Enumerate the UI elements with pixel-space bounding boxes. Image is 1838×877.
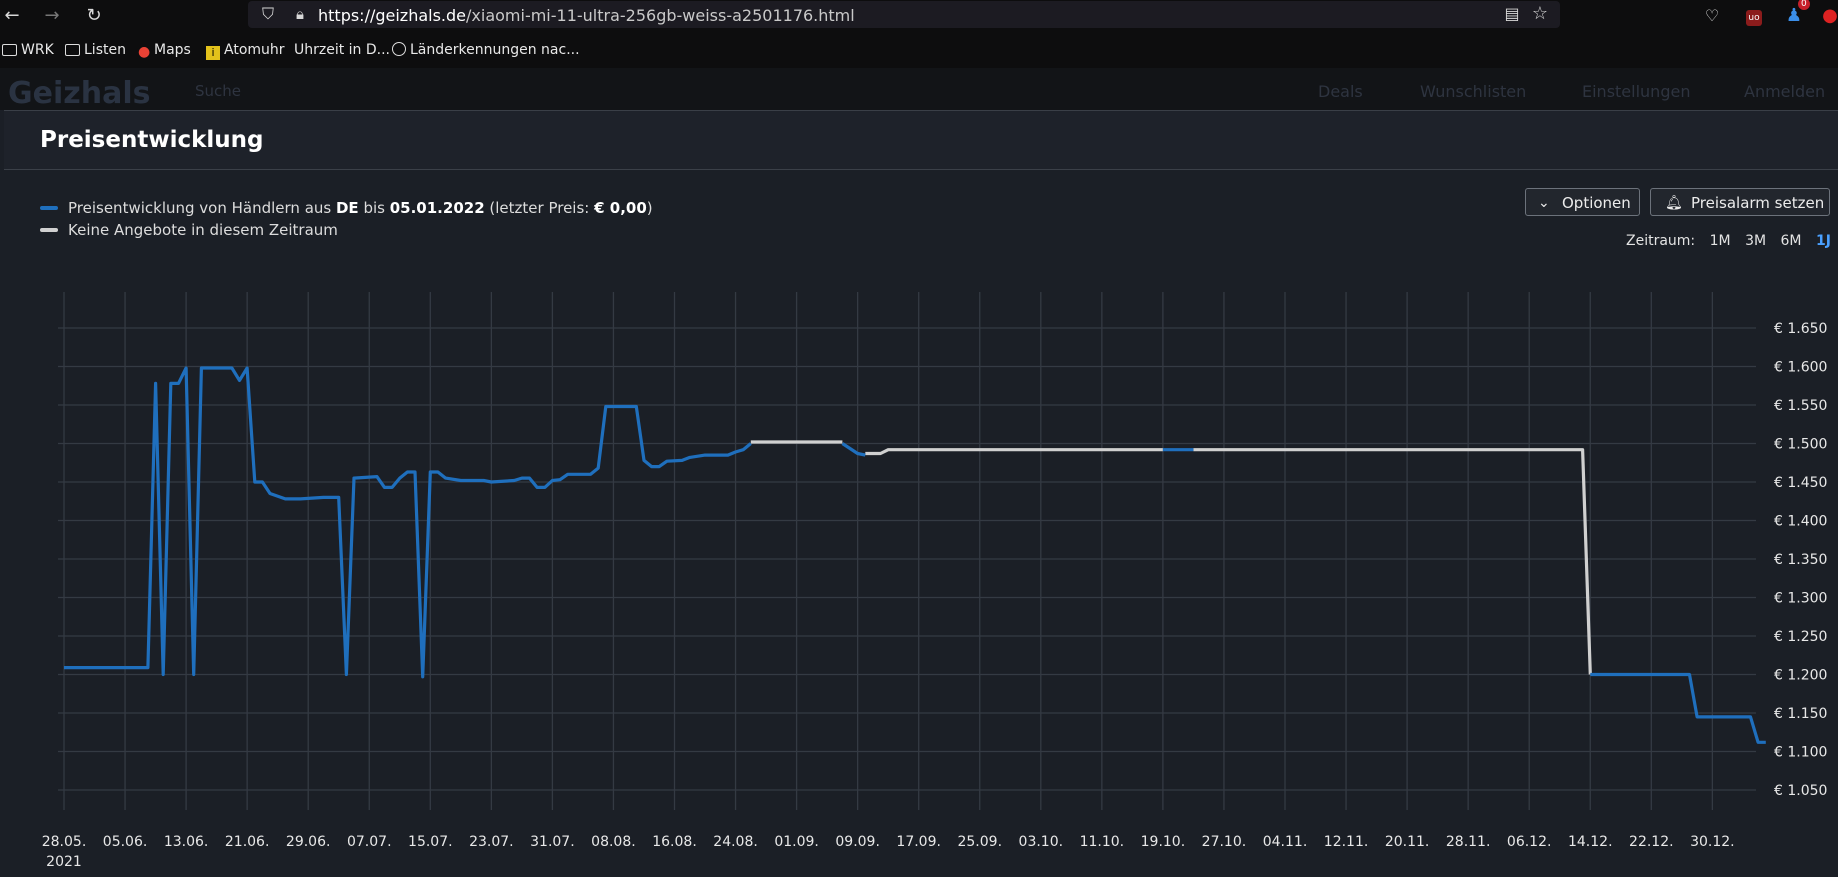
x-tick-label: 07.07. xyxy=(347,834,392,850)
x-tick-label: 03.10. xyxy=(1019,834,1064,850)
x-tick-label: 13.06. xyxy=(164,834,209,850)
y-tick-label: € 1.200 xyxy=(1774,668,1827,684)
x-tick-label: 08.08. xyxy=(591,834,636,850)
x-tick-label: 16.08. xyxy=(652,834,697,850)
x-tick-label: 19.10. xyxy=(1141,834,1186,850)
x-tick-label: 01.09. xyxy=(774,834,819,850)
x-tick-label: 30.12. xyxy=(1690,834,1735,850)
x-tick-label: 11.10. xyxy=(1080,834,1125,850)
x-tick-label: 25.09. xyxy=(957,834,1002,850)
price-chart[interactable]: 28.05. 05.06. 13.06. 21.06. 29.06. 07.07. 15.0… xyxy=(0,0,1838,876)
x-tick-label: 09.09. xyxy=(835,834,880,850)
x-tick-label: 24.08. xyxy=(713,834,758,850)
x-tick-label: 20.11. xyxy=(1385,834,1430,850)
x-tick-label: 04.11. xyxy=(1263,834,1308,850)
y-tick-label: € 1.550 xyxy=(1774,398,1827,414)
x-tick-label: 22.12. xyxy=(1629,834,1674,850)
x-tick-label: 06.12. xyxy=(1507,834,1552,850)
y-tick-label: € 1.400 xyxy=(1774,514,1827,530)
y-tick-label: € 1.500 xyxy=(1774,437,1827,453)
price-series-line xyxy=(64,366,752,679)
y-tick-label: € 1.100 xyxy=(1774,745,1827,761)
x-tick-label: 31.07. xyxy=(530,834,575,850)
price-series-line xyxy=(1590,672,1766,744)
y-tick-label: € 1.350 xyxy=(1774,552,1827,568)
x-tick-label: 29.06. xyxy=(286,834,331,850)
x-tick-label: 05.06. xyxy=(103,834,148,850)
x-tick-label: 14.12. xyxy=(1568,834,1613,850)
x-tick-label: 12.11. xyxy=(1324,834,1369,850)
x-tick-label: 23.07. xyxy=(469,834,514,850)
y-tick-label: € 1.450 xyxy=(1774,475,1827,491)
no-offers-series-line xyxy=(865,448,1163,456)
y-tick-label: € 1.650 xyxy=(1774,321,1827,337)
x-tick-label: 15.07. xyxy=(408,834,453,850)
y-tick-label: € 1.300 xyxy=(1774,591,1827,607)
x-tick-label: 27.10. xyxy=(1202,834,1247,850)
price-series-line xyxy=(841,442,866,457)
y-tick-label: € 1.050 xyxy=(1774,783,1827,799)
x-tick-label: 28.11. xyxy=(1446,834,1491,850)
y-tick-label: € 1.600 xyxy=(1774,360,1827,376)
no-offers-series-line xyxy=(1193,448,1592,675)
x-tick-label: 21.06. xyxy=(225,834,270,850)
x-tick-label: 17.09. xyxy=(896,834,941,850)
y-tick-label: € 1.250 xyxy=(1774,629,1827,645)
y-tick-label: € 1.150 xyxy=(1774,706,1827,722)
x-tick-label: 28.05. xyxy=(42,834,87,850)
x-year-label: 2021 xyxy=(46,854,82,870)
